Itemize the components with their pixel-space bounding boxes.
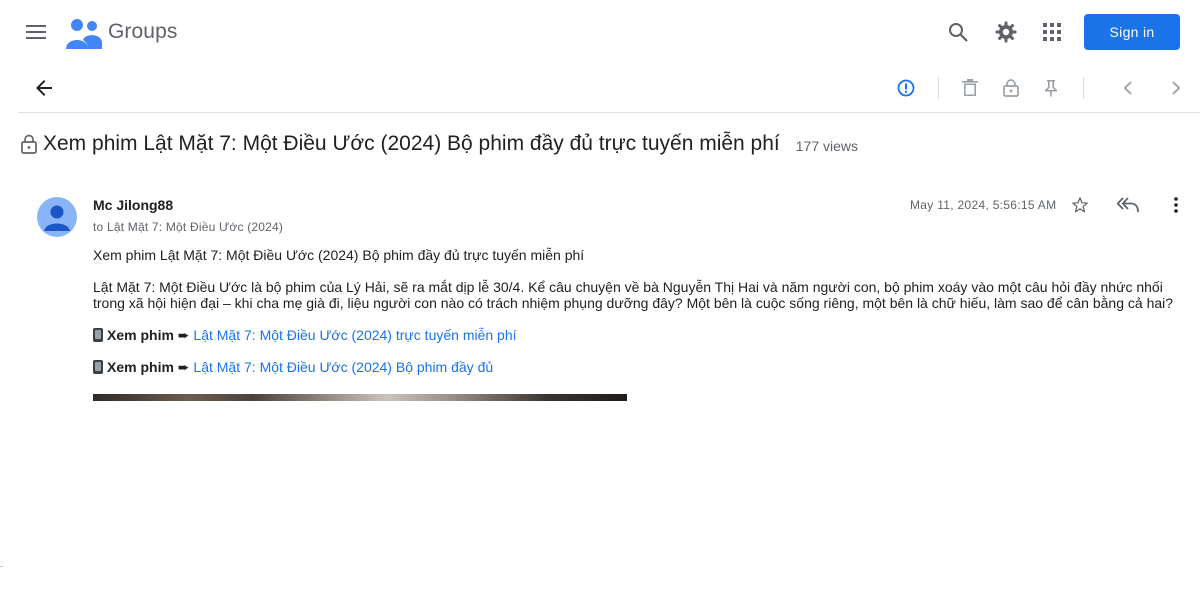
message-paragraph: Lật Mặt 7: Một Điều Ước là bộ phim của L… bbox=[93, 279, 1174, 311]
conversation-toolbar bbox=[18, 64, 1200, 113]
delete-button[interactable] bbox=[958, 76, 982, 100]
recipient-line: to Lật Mặt 7: Một Điều Ước (2024) bbox=[93, 220, 284, 234]
title-lock-icon bbox=[20, 133, 38, 155]
lock-button[interactable] bbox=[999, 76, 1023, 100]
main-menu-button[interactable] bbox=[20, 16, 52, 48]
trash-icon bbox=[962, 79, 978, 96]
report-icon bbox=[897, 79, 915, 97]
groups-logo-icon[interactable] bbox=[66, 17, 102, 49]
search-button[interactable] bbox=[942, 16, 974, 48]
pin-icon bbox=[1045, 80, 1057, 97]
author-name[interactable]: Mc Jilong88 bbox=[93, 197, 173, 213]
next-conversation-button[interactable] bbox=[1164, 76, 1188, 100]
phone-icon bbox=[93, 360, 103, 374]
conversation-header: Xem phim Lật Mặt 7: Một Điều Ước (2024) … bbox=[20, 128, 858, 160]
page-edge-mark bbox=[0, 566, 3, 567]
embedded-image bbox=[93, 394, 627, 401]
watch-label: Xem phim bbox=[107, 359, 174, 375]
movie-link[interactable]: Lật Mặt 7: Một Điều Ước (2024) Bộ phim đ… bbox=[193, 359, 493, 375]
more-vert-icon bbox=[1174, 197, 1178, 213]
settings-button[interactable] bbox=[990, 16, 1022, 48]
more-options-button[interactable] bbox=[1163, 192, 1189, 218]
arrow-glyph: ➨ bbox=[177, 327, 190, 343]
chevron-right-icon bbox=[1172, 81, 1181, 95]
avatar[interactable] bbox=[37, 197, 77, 237]
toolbar-divider bbox=[938, 77, 939, 99]
search-icon bbox=[949, 23, 968, 42]
gear-icon bbox=[995, 21, 1017, 43]
sign-in-button[interactable]: Sign in bbox=[1084, 14, 1180, 50]
message-date: May 11, 2024, 5:56:15 AM bbox=[910, 198, 1057, 212]
toolbar-divider bbox=[1083, 77, 1084, 99]
watch-line: Xem phim ➨ Lật Mặt 7: Một Điều Ước (2024… bbox=[93, 327, 1183, 343]
reply-all-button[interactable] bbox=[1115, 192, 1141, 218]
message-paragraph: Xem phim Lật Mặt 7: Một Điều Ước (2024) … bbox=[93, 247, 585, 263]
movie-link[interactable]: Lật Mặt 7: Một Điều Ước (2024) trực tuyế… bbox=[193, 327, 516, 343]
reply-all-icon bbox=[1117, 197, 1139, 213]
top-app-bar: Groups Sign in bbox=[0, 0, 1200, 64]
menu-icon bbox=[26, 25, 46, 39]
back-arrow-icon bbox=[36, 80, 52, 96]
report-button[interactable] bbox=[894, 76, 918, 100]
lock-icon bbox=[1003, 79, 1019, 97]
back-button[interactable] bbox=[30, 74, 58, 102]
pin-button[interactable] bbox=[1039, 76, 1063, 100]
view-count: 177 views bbox=[795, 137, 859, 154]
star-button[interactable] bbox=[1067, 192, 1093, 218]
message-body: Xem phim Lật Mặt 7: Một Điều Ước (2024) … bbox=[93, 247, 1183, 391]
apps-grid-icon bbox=[1043, 23, 1061, 41]
previous-conversation-button[interactable] bbox=[1116, 76, 1140, 100]
chevron-left-icon bbox=[1123, 81, 1132, 95]
arrow-glyph: ➨ bbox=[177, 359, 190, 375]
brand-name[interactable]: Groups bbox=[108, 20, 177, 44]
star-icon bbox=[1072, 197, 1088, 213]
watch-line: Xem phim ➨ Lật Mặt 7: Một Điều Ước (2024… bbox=[93, 359, 1183, 375]
watch-label: Xem phim bbox=[107, 327, 174, 343]
apps-button[interactable] bbox=[1036, 16, 1068, 48]
conversation-title: Xem phim Lật Mặt 7: Một Điều Ước (2024) … bbox=[43, 132, 780, 155]
phone-icon bbox=[93, 328, 103, 342]
